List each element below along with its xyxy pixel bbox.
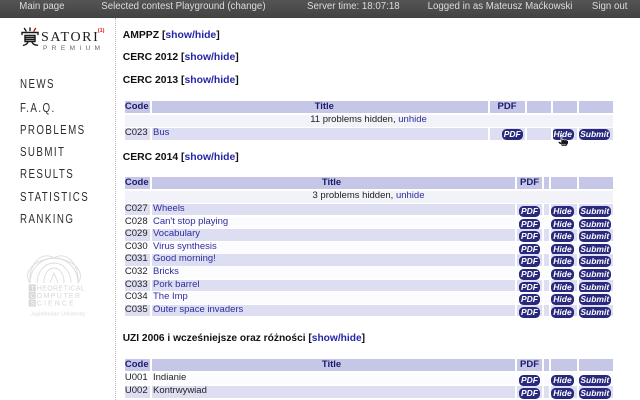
svg-text:OMPUTER: OMPUTER [37,293,81,300]
svg-text:Jagiellonian University: Jagiellonian University [30,311,85,317]
svg-text:HEORETICAL: HEORETICAL [37,285,85,292]
svg-text:C: C [30,293,35,300]
svg-text:S: S [30,301,34,308]
svg-text:T: T [30,285,34,292]
svg-text:CIENCE: CIENCE [37,301,76,308]
